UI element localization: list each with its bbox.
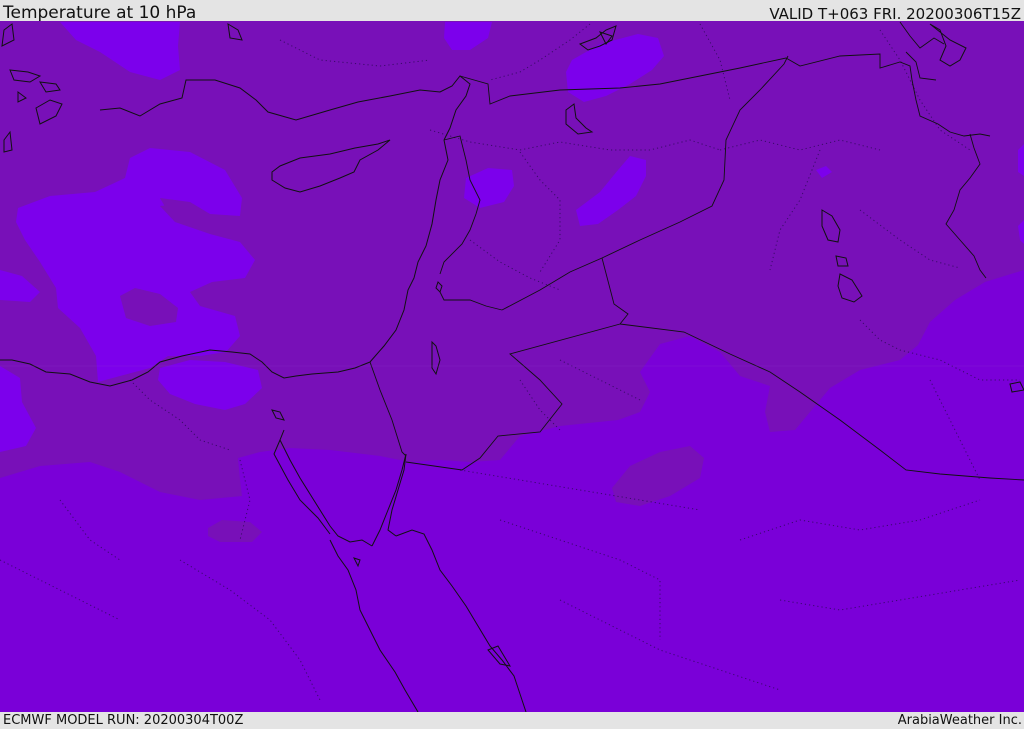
- map-canvas: [0, 21, 1024, 712]
- map-page: Temperature at 10 hPa VALID T+063 FRI. 2…: [0, 0, 1024, 729]
- map-title: Temperature at 10 hPa: [3, 3, 197, 23]
- header-bar: Temperature at 10 hPa VALID T+063 FRI. 2…: [0, 0, 1024, 23]
- model-run-label: ECMWF MODEL RUN: 20200304T00Z: [3, 713, 244, 728]
- temperature-map[interactable]: [0, 21, 1024, 712]
- credit-label: ArabiaWeather Inc.: [897, 713, 1022, 728]
- footer-bar: ECMWF MODEL RUN: 20200304T00Z ArabiaWeat…: [0, 712, 1024, 729]
